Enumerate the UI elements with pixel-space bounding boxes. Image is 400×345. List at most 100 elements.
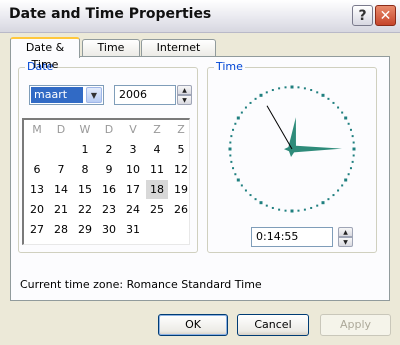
calendar-day[interactable]: 27 <box>26 220 48 239</box>
calendar-day[interactable]: 6 <box>26 160 48 179</box>
calendar-day[interactable]: 4 <box>146 140 168 159</box>
calendar-day[interactable]: 17 <box>122 180 144 199</box>
calendar-day[interactable]: 25 <box>146 200 168 219</box>
calendar-day[interactable]: 10 <box>122 160 144 179</box>
minute-marker <box>352 141 355 144</box>
calendar-day[interactable]: 23 <box>98 200 120 219</box>
calendar-day[interactable]: 21 <box>50 200 72 219</box>
calendar-day[interactable]: 12 <box>170 160 192 179</box>
minute-marker <box>351 160 354 163</box>
minute-marker <box>297 86 300 89</box>
calendar-day[interactable]: 26 <box>170 200 192 219</box>
calendar-day[interactable]: 16 <box>98 180 120 199</box>
cancel-button[interactable]: Cancel <box>237 314 309 336</box>
weekday-header: V <box>129 123 137 136</box>
weekday-header: Z <box>153 123 161 136</box>
calendar-day[interactable]: 19 <box>170 180 192 199</box>
hour-marker <box>228 147 232 151</box>
minute-marker <box>349 128 352 131</box>
time-input[interactable]: 0:14:55 <box>251 227 333 247</box>
calendar-day[interactable]: 18 <box>146 180 168 199</box>
calendar-day[interactable]: 9 <box>98 160 120 179</box>
calendar-day[interactable]: 31 <box>122 220 144 239</box>
spin-up-icon[interactable]: ▲ <box>177 85 192 95</box>
second-hand <box>266 105 293 150</box>
minute-marker <box>310 89 313 92</box>
hour-marker <box>290 85 294 89</box>
calendar-day[interactable]: 20 <box>26 200 48 219</box>
current-time-zone-label: Current time zone: Romance Standard Time <box>20 278 262 291</box>
minute-marker <box>347 122 350 125</box>
year-spinner[interactable]: ▲ ▼ <box>177 85 192 105</box>
minute-marker <box>297 209 300 212</box>
calendar-day[interactable]: 8 <box>74 160 96 179</box>
calendar-day[interactable]: 5 <box>170 140 192 159</box>
minute-marker <box>316 204 319 207</box>
minute-marker <box>327 97 330 100</box>
window-title: Date and Time Properties <box>9 6 212 22</box>
minute-marker <box>240 111 243 114</box>
minute-marker <box>303 87 306 90</box>
analog-clock <box>228 85 356 213</box>
minute-marker <box>229 141 232 144</box>
help-button[interactable]: ? <box>352 5 373 26</box>
spin-down-icon[interactable]: ▼ <box>177 95 192 105</box>
calendar-day[interactable]: 28 <box>50 220 72 239</box>
minute-marker <box>347 173 350 176</box>
minute-marker <box>284 86 287 89</box>
calendar-day[interactable]: 30 <box>98 220 120 239</box>
minute-marker <box>240 184 243 187</box>
weekday-header: W <box>79 123 91 136</box>
tab-time-zone[interactable]: Time Zone <box>82 39 140 69</box>
hour-marker <box>236 178 240 182</box>
minute-marker <box>229 154 232 157</box>
chevron-down-icon[interactable]: ▼ <box>86 87 102 103</box>
close-button[interactable]: ✕ <box>375 5 396 26</box>
minute-marker <box>341 111 344 114</box>
minute-marker <box>265 204 268 207</box>
hour-marker <box>236 116 240 120</box>
calendar-day[interactable]: 24 <box>122 200 144 219</box>
minute-marker <box>265 91 268 94</box>
month-dropdown[interactable]: maart ▼ <box>29 85 104 105</box>
title-bar[interactable]: Date and Time Properties ? ✕ <box>0 0 400 33</box>
spin-up-icon[interactable]: ▲ <box>338 227 353 237</box>
date-time-properties-dialog: Date and Time Properties ? ✕ Date & Time… <box>0 0 400 345</box>
help-icon: ? <box>358 7 367 24</box>
weekday-header: D <box>56 123 66 136</box>
tab-internet-time[interactable]: Internet Time <box>141 39 216 69</box>
apply-button[interactable]: Apply <box>320 314 391 336</box>
minute-marker <box>278 87 281 90</box>
hour-marker <box>321 93 325 97</box>
minute-marker <box>316 91 319 94</box>
calendar-day[interactable]: 15 <box>74 180 96 199</box>
minute-marker <box>244 189 247 192</box>
calendar-day[interactable]: 14 <box>50 180 72 199</box>
weekday-header: M <box>32 123 42 136</box>
minute-marker <box>310 206 313 209</box>
minute-marker <box>230 135 233 138</box>
minute-marker <box>234 122 237 125</box>
tab-date-time[interactable]: Date & Time <box>10 37 80 71</box>
calendar-day[interactable]: 7 <box>50 160 72 179</box>
minute-marker <box>271 89 274 92</box>
minute-marker <box>254 97 257 100</box>
minute-marker <box>232 128 235 131</box>
time-spinner[interactable]: ▲ ▼ <box>338 227 353 247</box>
ok-button[interactable]: OK <box>158 314 228 336</box>
spin-down-icon[interactable]: ▼ <box>338 237 353 247</box>
hour-marker <box>259 201 263 205</box>
calendar-day[interactable]: 29 <box>74 220 96 239</box>
calendar-grid[interactable]: M D W D V Z Z 1 2 3 4 5 6 7 8 9 10 11 12 13 14 15 16 17 18 19 20 21… <box>22 118 190 245</box>
year-input[interactable]: 2006 <box>114 85 176 105</box>
calendar-day[interactable]: 11 <box>146 160 168 179</box>
calendar-day[interactable]: 13 <box>26 180 48 199</box>
calendar-day[interactable]: 1 <box>74 140 96 159</box>
calendar-day[interactable]: 2 <box>98 140 120 159</box>
calendar-day[interactable]: 22 <box>74 200 96 219</box>
minute-marker <box>284 209 287 212</box>
hour-marker <box>352 147 356 151</box>
calendar-day[interactable]: 3 <box>122 140 144 159</box>
minute-marker <box>351 135 354 138</box>
weekday-header: Z <box>177 123 185 136</box>
